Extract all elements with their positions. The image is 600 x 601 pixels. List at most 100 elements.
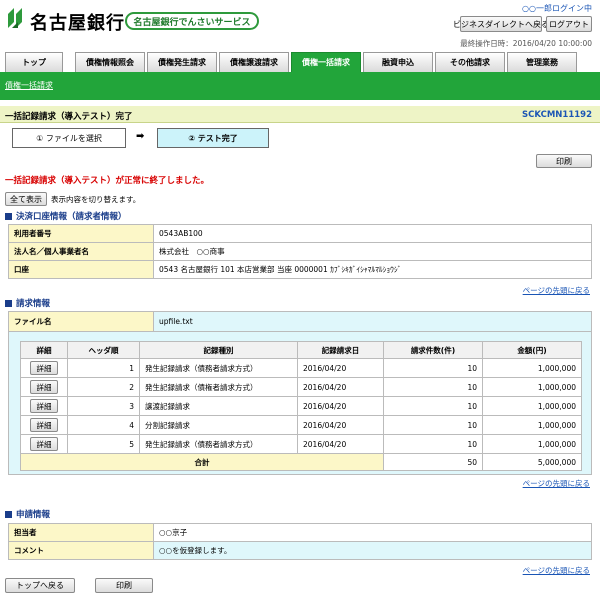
table-row: コメント ○○を仮登録します。 [8, 541, 592, 560]
page-title: 一括記録請求（導入テスト）完了 [5, 112, 133, 122]
file-table: ファイル名 upfile.txt [8, 311, 592, 332]
screen-id: SCKCMN11192 [522, 110, 592, 120]
account-label: 口座 [8, 260, 154, 279]
table-row: 法人名／個人事業者名 株式会社 ○○商事 [8, 242, 592, 261]
detail-button[interactable]: 詳細 [30, 399, 58, 413]
table-row: 詳細 2 発生記録請求（債権者請求方式） 2016/04/20 10 1,000… [20, 377, 582, 397]
table-row: 詳細 3 譲渡記録請求 2016/04/20 10 1,000,000 [20, 396, 582, 416]
step-arrow-icon: ➡ [136, 131, 145, 142]
toggle-caption: 表示内容を切り替えます。 [51, 195, 141, 204]
print-button-bottom[interactable]: 印刷 [95, 578, 153, 593]
cell-amount: 1,000,000 [482, 434, 582, 454]
cell-count: 10 [383, 377, 483, 397]
file-name-label: ファイル名 [8, 311, 154, 332]
cell-count: 10 [383, 358, 483, 378]
cell-order: 5 [67, 434, 140, 454]
person-in-charge-label: 担当者 [8, 523, 154, 542]
bank-logo-icon [8, 8, 22, 28]
person-in-charge-value: ○○京子 [153, 523, 592, 542]
total-count: 50 [383, 453, 483, 471]
table-row: 担当者 ○○京子 [8, 523, 592, 542]
section-square-icon [5, 300, 12, 307]
bank-name: 名古屋銀行 [30, 13, 125, 34]
cell-order: 2 [67, 377, 140, 397]
detail-button[interactable]: 詳細 [30, 361, 58, 375]
detail-button[interactable]: 詳細 [30, 380, 58, 394]
cell-order: 1 [67, 358, 140, 378]
back-to-top-link-2[interactable]: ページの先頭に戻る [523, 478, 590, 489]
application-heading-text: 申請情報 [16, 510, 51, 520]
cell-amount: 1,000,000 [482, 415, 582, 435]
comment-value: ○○を仮登録します。 [153, 541, 592, 560]
back-to-top-link-1[interactable]: ページの先頭に戻る [523, 285, 590, 296]
comment-label: コメント [8, 541, 154, 560]
request-heading-text: 請求情報 [16, 299, 51, 309]
cell-amount: 1,000,000 [482, 377, 582, 397]
user-number-label: 利用者番号 [8, 224, 154, 243]
tab-batch-request[interactable]: 債権一括請求 [291, 52, 361, 72]
table-row: 口座 0543 名古屋銀行 101 本店営業部 当座 0000001 ｶﾌﾞｼｷ… [8, 260, 592, 279]
back-to-top-link-3[interactable]: ページの先頭に戻る [523, 565, 590, 576]
cell-count: 10 [383, 434, 483, 454]
settlement-table: 利用者番号 0543AB100 法人名／個人事業者名 株式会社 ○○商事 口座 … [8, 224, 592, 279]
tab-top[interactable]: トップ [5, 52, 63, 72]
tab-credit-issue[interactable]: 債権発生請求 [147, 52, 217, 72]
cell-order: 3 [67, 396, 140, 416]
table-header-row: 詳細 ヘッダ順 記録種別 記録請求日 請求件数(件) 金額(円) [20, 341, 582, 359]
completion-message: 一括記録請求（導入テスト）が正常に終了しました。 [5, 176, 210, 186]
show-all-button[interactable]: 全て表示 [5, 192, 47, 206]
total-amount: 5,000,000 [482, 453, 582, 471]
total-label: 合計 [20, 453, 384, 471]
settlement-heading-text: 決済口座情報（請求者情報） [16, 212, 127, 222]
user-login-status: ○○一郎ログイン中 [522, 4, 592, 13]
table-row: 詳細 1 発生記録請求（債務者請求方式） 2016/04/20 10 1,000… [20, 358, 582, 378]
detail-button[interactable]: 詳細 [30, 418, 58, 432]
cell-amount: 1,000,000 [482, 396, 582, 416]
request-section-heading: 請求情報 [5, 297, 50, 309]
section-square-icon [5, 511, 12, 518]
step-test-complete: ② テスト完了 [157, 128, 269, 148]
col-record-type: 記録種別 [139, 341, 298, 359]
tab-credit-inquiry[interactable]: 債権情報照会 [75, 52, 145, 72]
col-detail: 詳細 [20, 341, 68, 359]
section-square-icon [5, 213, 12, 220]
cell-date: 2016/04/20 [297, 396, 384, 416]
cell-count: 10 [383, 396, 483, 416]
tab-credit-transfer[interactable]: 債権譲渡請求 [219, 52, 289, 72]
sub-nav-bar [0, 72, 600, 100]
tab-management[interactable]: 管理業務 [507, 52, 577, 72]
total-row: 合計 50 5,000,000 [20, 453, 582, 471]
table-row: 詳細 5 発生記録請求（債務者請求方式） 2016/04/20 10 1,000… [20, 434, 582, 454]
application-section-heading: 申請情報 [5, 508, 50, 520]
logout-button[interactable]: ログアウト [546, 16, 592, 32]
settlement-section-heading: 決済口座情報（請求者情報） [5, 210, 127, 222]
cell-date: 2016/04/20 [297, 358, 384, 378]
col-amount: 金額(円) [482, 341, 582, 359]
back-to-top-page-button[interactable]: トップへ戻る [5, 578, 75, 593]
table-row: ファイル名 upfile.txt [8, 311, 592, 332]
cell-amount: 1,000,000 [482, 358, 582, 378]
main-tab-bar: トップ 債権情報照会 債権発生請求 債権譲渡請求 債権一括請求 融資申込 その他… [0, 50, 600, 72]
company-name-label: 法人名／個人事業者名 [8, 242, 154, 261]
cell-date: 2016/04/20 [297, 377, 384, 397]
cell-record-type: 発生記録請求（債権者請求方式） [139, 377, 298, 397]
sub-nav-batch-request-link[interactable]: 債権一括請求 [5, 80, 53, 91]
cell-record-type: 譲渡記録請求 [139, 396, 298, 416]
table-row: 詳細 4 分割記録請求 2016/04/20 10 1,000,000 [20, 415, 582, 435]
cell-date: 2016/04/20 [297, 415, 384, 435]
col-header-order: ヘッダ順 [67, 341, 140, 359]
business-direct-button[interactable]: ビジネスダイレクトへ戻る [453, 16, 549, 32]
tab-loan-application[interactable]: 融資申込 [363, 52, 433, 72]
application-table: 担当者 ○○京子 コメント ○○を仮登録します。 [8, 523, 592, 560]
cell-order: 4 [67, 415, 140, 435]
cell-record-type: 分割記録請求 [139, 415, 298, 435]
account-value: 0543 名古屋銀行 101 本店営業部 当座 0000001 ｶﾌﾞｼｷｶﾞｲ… [153, 260, 592, 279]
print-button-top[interactable]: 印刷 [536, 154, 592, 168]
last-operation-time: 最終操作日時：2016/04/20 10:00:00 [460, 39, 592, 48]
col-request-count: 請求件数(件) [383, 341, 483, 359]
cell-count: 10 [383, 415, 483, 435]
cell-record-type: 発生記録請求（債務者請求方式） [139, 434, 298, 454]
tab-other-requests[interactable]: その他請求 [435, 52, 505, 72]
service-name: 名古屋銀行でんさいサービス [125, 12, 259, 30]
detail-button[interactable]: 詳細 [30, 437, 58, 451]
